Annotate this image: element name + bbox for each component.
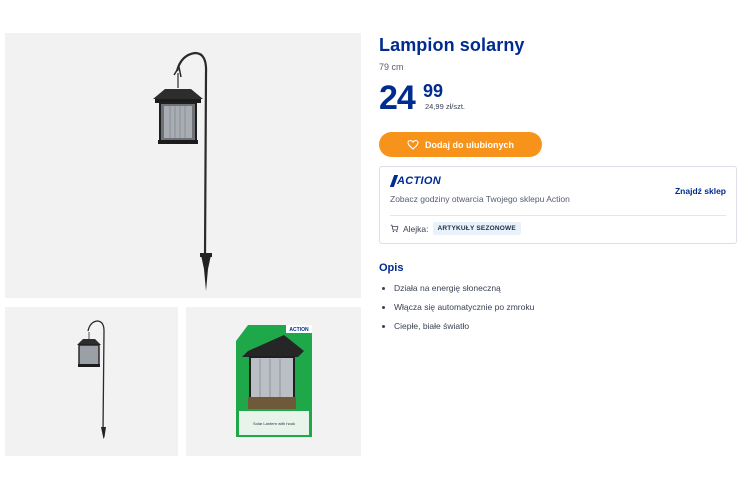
- bullet-icon: [382, 306, 385, 309]
- description-item-text: Włącza się automatycznie po zmroku: [394, 302, 535, 312]
- unit-price: 24,99 zł/szt.: [425, 102, 466, 111]
- main-product-image[interactable]: [5, 33, 361, 298]
- bullet-icon: [382, 287, 385, 290]
- description-item-text: Ciepłe, białe światło: [394, 321, 470, 331]
- description-title: Opis: [379, 262, 404, 274]
- aisle-badge: ARTYKUŁY SEZONOWE: [432, 222, 521, 235]
- aisle-label: Alejka:: [403, 223, 429, 234]
- action-logo: ACTION: [389, 175, 441, 187]
- thumbnail-lantern[interactable]: [5, 307, 178, 456]
- find-store-link[interactable]: Znajdź sklep: [675, 186, 726, 196]
- price-integer: 24: [379, 79, 416, 117]
- thumbnail-packaging[interactable]: ACTION Solar Lantern with hook: [186, 307, 361, 456]
- lantern-image: [153, 51, 212, 291]
- lantern-thumbnail-image: [77, 320, 106, 439]
- add-to-favorites-label: Dodaj do ulubionych: [425, 139, 514, 150]
- heart-icon: [407, 139, 419, 150]
- divider: [390, 215, 726, 216]
- store-hours-link[interactable]: Zobacz godziny otwarcia Twojego sklepu A…: [390, 194, 570, 204]
- description-item: Działa na energię słoneczną: [379, 283, 534, 302]
- description-item: Ciepłe, białe światło: [379, 321, 534, 340]
- description-list: Działa na energię słoneczną Włącza się a…: [379, 283, 534, 340]
- price-block: 24 99 24,99 zł/szt.: [379, 81, 737, 121]
- aisle-row: Alejka: ARTYKUŁY SEZONOWE: [390, 222, 521, 235]
- cart-icon: [390, 224, 399, 233]
- product-size: 79 cm: [379, 62, 404, 72]
- product-info: Lampion solarny 79 cm 24 99 24,99 zł/szt…: [379, 35, 737, 121]
- description-section: Opis Działa na energię słoneczną Włącza …: [379, 262, 534, 340]
- bullet-icon: [382, 325, 385, 328]
- description-item: Włącza się automatycznie po zmroku: [379, 302, 534, 321]
- store-info-box: ACTION Zobacz godziny otwarcia Twojego s…: [379, 166, 737, 244]
- box-caption-text: Solar Lantern with hook: [253, 421, 295, 426]
- packaging-thumbnail-image: ACTION Solar Lantern with hook: [236, 325, 312, 437]
- description-item-text: Działa na energię słoneczną: [394, 283, 501, 293]
- add-to-favorites-button[interactable]: Dodaj do ulubionych: [379, 132, 542, 157]
- product-title: Lampion solarny: [379, 35, 525, 55]
- action-logo-text: ACTION: [397, 175, 441, 187]
- box-brand-text: ACTION: [289, 327, 309, 333]
- price-decimal: 99: [423, 81, 444, 101]
